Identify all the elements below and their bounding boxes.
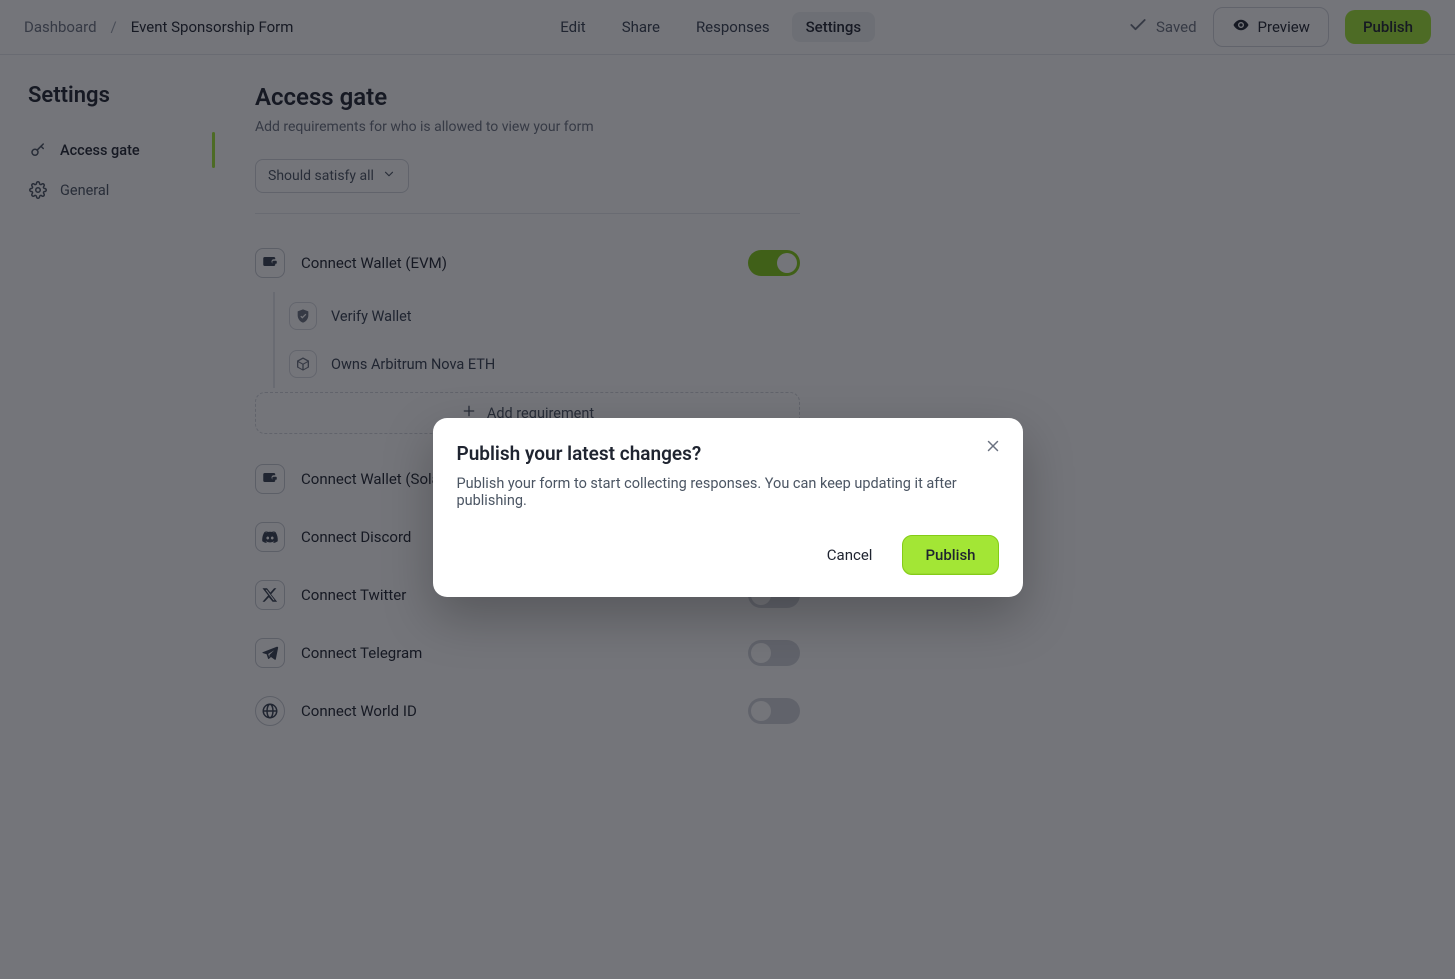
modal-actions: Cancel Publish (457, 535, 999, 575)
publish-modal: Publish your latest changes? Publish you… (433, 418, 1023, 597)
close-button[interactable] (979, 434, 1007, 462)
cancel-button[interactable]: Cancel (811, 535, 889, 575)
close-icon (984, 437, 1002, 459)
confirm-publish-button[interactable]: Publish (902, 535, 998, 575)
modal-body: Publish your form to start collecting re… (457, 475, 999, 509)
modal-title: Publish your latest changes? (457, 442, 999, 465)
modal-overlay[interactable]: Publish your latest changes? Publish you… (0, 0, 1455, 979)
